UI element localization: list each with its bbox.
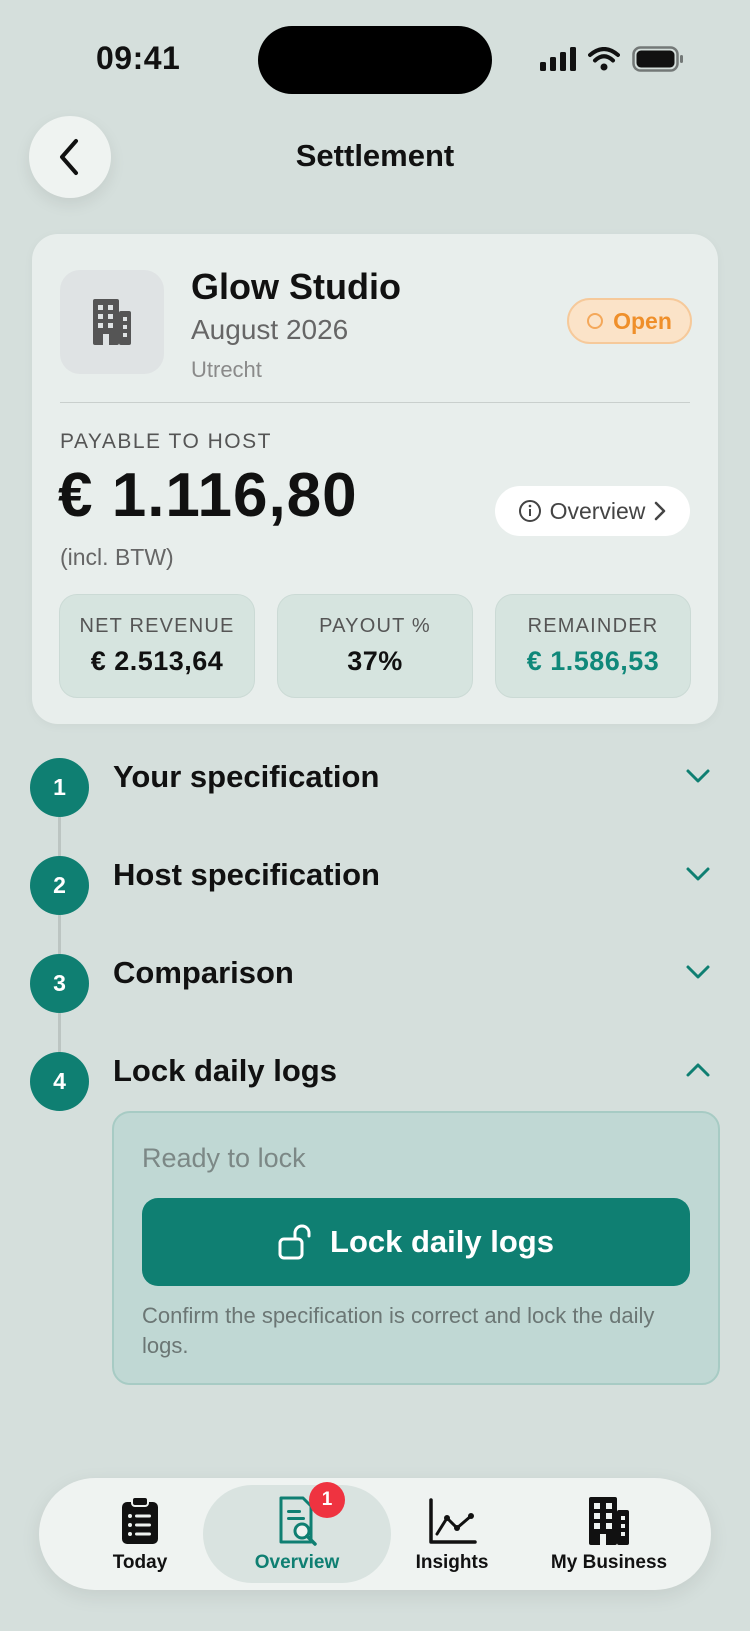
step-connector — [58, 1013, 61, 1057]
battery-icon — [632, 46, 683, 72]
tab-my-business[interactable]: My Business — [529, 1496, 689, 1574]
building-icon — [93, 299, 131, 345]
payable-amount: € 1.116,80 — [58, 461, 358, 530]
step-title: Host specification — [113, 857, 380, 892]
lock-description: Confirm the specification is correct and… — [142, 1303, 655, 1358]
wifi-icon — [588, 47, 620, 71]
dynamic-island — [258, 26, 492, 94]
settlement-summary-card: Glow Studio August 2026 Utrecht Open PAY… — [32, 234, 718, 724]
settlement-period: August 2026 — [191, 314, 349, 345]
bottom-tab-bar: Today 1 Overview Insights My Business — [39, 1478, 711, 1590]
step-title: Lock daily logs — [113, 1053, 337, 1088]
stat-net-revenue: NET REVENUE € 2.513,64 — [59, 594, 255, 698]
status-badge-label: Open — [613, 307, 672, 334]
step-number: 2 — [30, 856, 89, 915]
step-title: Your specification — [113, 759, 380, 794]
business-city: Utrecht — [191, 357, 262, 382]
stat-payout-percent: PAYOUT % 37% — [277, 594, 473, 698]
stat-value: 37% — [347, 646, 403, 676]
stat-remainder: REMAINDER € 1.586,53 — [495, 594, 691, 698]
status-badge: Open — [567, 298, 692, 344]
chevron-right-icon — [655, 501, 666, 521]
tab-insights[interactable]: Insights — [372, 1496, 532, 1574]
step-number: 4 — [30, 1052, 89, 1111]
step-title: Comparison — [113, 955, 294, 990]
overview-button-label: Overview — [549, 497, 646, 524]
stat-label: REMAINDER — [527, 615, 659, 637]
chevron-down-icon — [686, 867, 710, 881]
line-chart-icon — [429, 1498, 477, 1544]
tab-label: My Business — [550, 1552, 668, 1573]
chevron-up-icon — [686, 1063, 710, 1077]
stat-value: € 1.586,53 — [526, 646, 660, 676]
building-icon — [589, 1497, 629, 1545]
overview-button[interactable]: Overview — [495, 486, 690, 536]
lock-status-text: Ready to lock — [142, 1143, 306, 1173]
stat-label: NET REVENUE — [79, 615, 235, 637]
tab-label: Overview — [254, 1552, 340, 1573]
tab-label: Today — [112, 1552, 168, 1573]
chevron-down-icon — [686, 769, 710, 783]
info-icon — [518, 500, 541, 522]
payable-label: PAYABLE TO HOST — [60, 430, 272, 453]
stat-label: PAYOUT % — [319, 615, 431, 637]
status-time: 09:41 — [96, 40, 181, 76]
chevron-down-icon — [686, 965, 710, 979]
step-connector — [58, 915, 61, 959]
lock-daily-logs-panel: Ready to lock Lock daily logs Confirm th… — [112, 1111, 720, 1385]
status-dot-icon — [587, 313, 604, 329]
clipboard-list-icon — [122, 1496, 158, 1544]
signal-icon — [540, 47, 576, 71]
lock-daily-logs-button[interactable]: Lock daily logs — [142, 1198, 690, 1286]
step-number: 1 — [30, 758, 89, 817]
payable-note: (incl. BTW) — [60, 544, 174, 570]
business-avatar — [60, 270, 164, 374]
business-name: Glow Studio — [191, 266, 401, 307]
tab-overview[interactable]: 1 Overview — [217, 1482, 377, 1574]
status-icons — [540, 44, 684, 74]
tab-today[interactable]: Today — [60, 1496, 220, 1574]
step-connector — [58, 817, 61, 861]
unlock-icon — [278, 1224, 311, 1260]
tab-label: Insights — [415, 1552, 489, 1573]
stat-value: € 2.513,64 — [90, 646, 224, 676]
notification-badge: 1 — [309, 1482, 345, 1518]
lock-button-label: Lock daily logs — [330, 1224, 554, 1259]
page-title: Settlement — [295, 138, 455, 173]
step-number: 3 — [30, 954, 89, 1013]
card-divider — [60, 402, 690, 403]
